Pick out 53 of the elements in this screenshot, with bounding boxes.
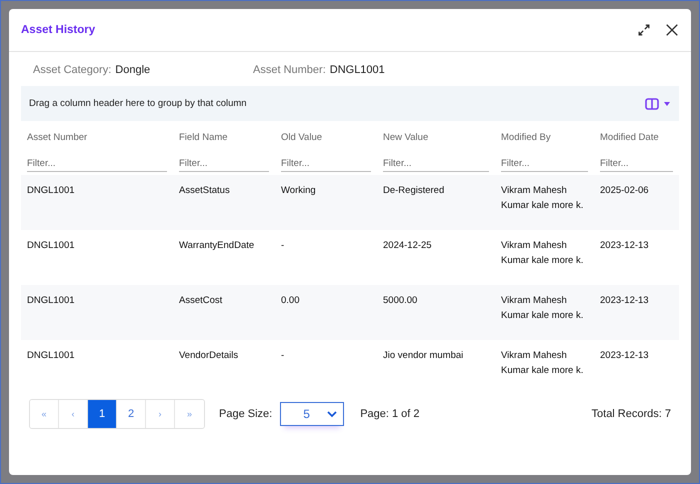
table-cell: Vikram Mahesh Kumar kale more k. <box>501 350 584 376</box>
table-cell: De-Registered <box>383 185 444 196</box>
field-label: Asset Category: <box>33 64 112 76</box>
filter-field[interactable]: Filter... <box>501 156 588 172</box>
table-cell: DNGL1001 <box>27 350 75 361</box>
table-cell: 2024-12-25 <box>383 240 432 251</box>
total-records: Total Records: 7 <box>592 408 671 420</box>
page-info: Page: 1 of 2 <box>360 408 420 420</box>
column-header[interactable]: Modified Date <box>600 132 659 142</box>
table-cell: AssetCost <box>179 295 222 306</box>
column-chooser-button[interactable] <box>645 98 671 110</box>
field-value: DNGL1001 <box>330 64 385 76</box>
column-header[interactable]: Field Name <box>179 132 228 142</box>
table-cell: DNGL1001 <box>27 185 75 196</box>
field-label: Asset Number: <box>253 64 326 76</box>
table-cell: Jio vendor mumbai <box>383 350 464 361</box>
table-cell: WarrantyEndDate <box>179 240 254 251</box>
page-button[interactable]: 1 <box>88 400 117 428</box>
field-value: Dongle <box>115 64 150 76</box>
table-cell: 2023-12-13 <box>600 295 649 306</box>
caret-icon <box>663 100 671 106</box>
table-cell: 2023-12-13 <box>600 350 649 361</box>
expand-icon[interactable] <box>637 23 651 37</box>
dialog-title: Asset History <box>21 24 96 36</box>
close-icon[interactable] <box>665 23 679 37</box>
column-header[interactable]: New Value <box>383 132 428 142</box>
table-cell: Vikram Mahesh Kumar kale more k. <box>501 240 584 266</box>
table-cell: DNGL1001 <box>27 240 75 251</box>
column-header[interactable]: Modified By <box>501 132 551 142</box>
page-size-label: Page Size: <box>219 408 272 420</box>
table-cell: 0.00 <box>281 295 300 306</box>
group-panel-text: Drag a column header here to group by that column <box>29 98 248 109</box>
table-cell: - <box>281 350 284 361</box>
table-cell: - <box>281 240 284 251</box>
table-cell: 2023-12-13 <box>600 240 649 251</box>
table-cell: 5000.00 <box>383 295 418 306</box>
page-size-dropdown[interactable]: 5 <box>280 402 344 426</box>
table-cell: 2025-02-06 <box>600 185 649 196</box>
column-header[interactable]: Asset Number <box>27 132 88 142</box>
table-cell: Working <box>281 185 316 196</box>
columns-icon <box>645 98 659 110</box>
table-cell: Vikram Mahesh Kumar kale more k. <box>501 295 584 321</box>
column-header[interactable]: Old Value <box>281 132 322 142</box>
filter-field[interactable]: Filter... <box>27 156 167 172</box>
table-cell: AssetStatus <box>179 185 230 196</box>
table-cell: Vikram Mahesh Kumar kale more k. <box>501 185 584 211</box>
filter-field[interactable]: Filter... <box>281 156 371 172</box>
filter-field[interactable]: Filter... <box>600 156 673 172</box>
chevron-icon <box>327 410 338 418</box>
table-cell: VendorDetails <box>179 350 238 361</box>
table-cell: DNGL1001 <box>27 295 75 306</box>
filter-field[interactable]: Filter... <box>383 156 489 172</box>
filter-field[interactable]: Filter... <box>179 156 269 172</box>
